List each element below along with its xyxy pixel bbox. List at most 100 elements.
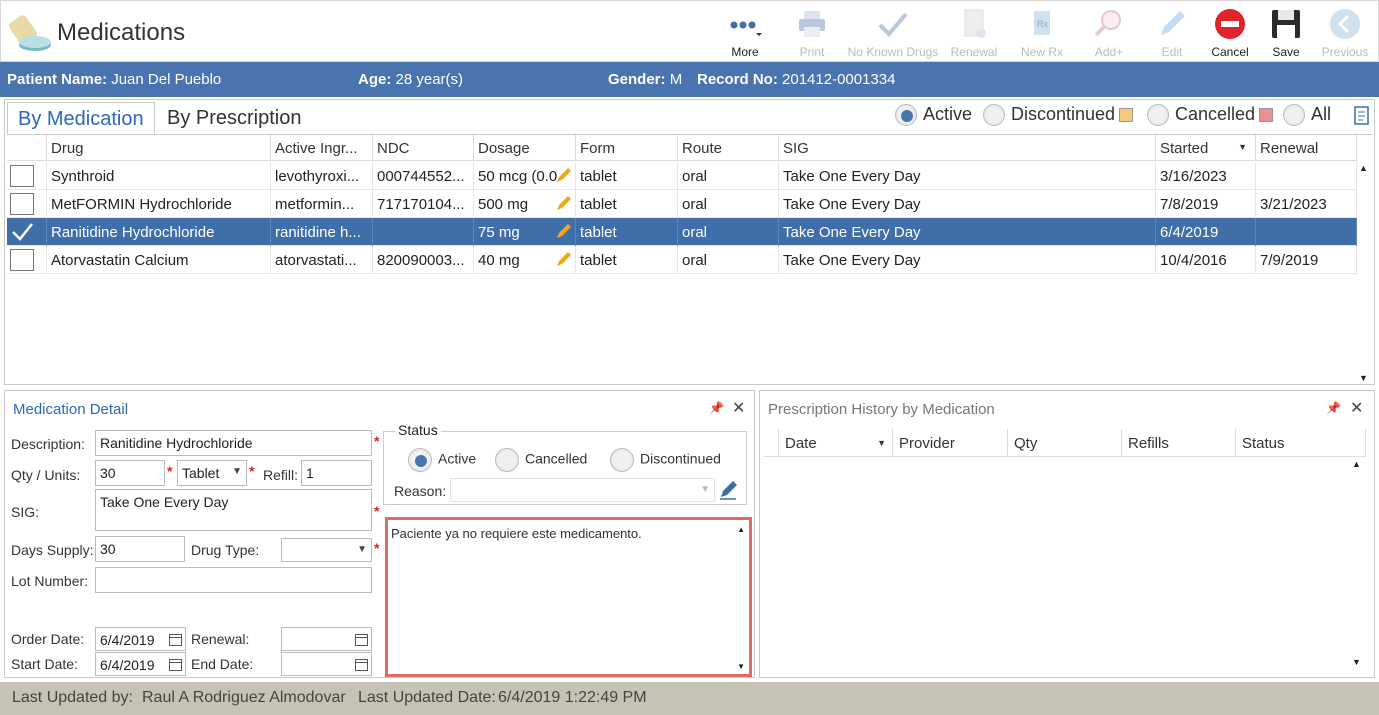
tab-by-prescription[interactable]: By Prescription <box>157 102 312 134</box>
no-known-drugs-button[interactable]: No Known Drugs <box>843 5 943 63</box>
tab-by-medication[interactable]: By Medication <box>7 102 155 134</box>
table-row[interactable]: Ranitidine Hydrochloride ranitidine h... 7… <box>7 218 1357 246</box>
filter-active-radio[interactable]: Active <box>895 104 972 130</box>
column-header-qty[interactable]: Qty <box>1008 429 1122 457</box>
checkbox[interactable] <box>10 193 34 215</box>
close-icon[interactable]: ✕ <box>1350 398 1363 418</box>
status-active-radio[interactable]: Active <box>408 448 476 472</box>
units-select[interactable]: Tablet ▼ <box>177 460 247 486</box>
renewal-label: Renewal: <box>191 631 250 647</box>
status-cancelled-radio[interactable]: Cancelled <box>495 448 587 472</box>
sig-field[interactable]: Take One Every Day <box>95 489 372 531</box>
checkbox[interactable] <box>10 165 34 187</box>
column-header-drug[interactable]: Drug <box>47 135 271 161</box>
radio-icon <box>1147 104 1169 127</box>
panel-title: Prescription History by Medication <box>768 401 995 418</box>
calendar-icon[interactable] <box>355 633 368 646</box>
more-button[interactable]: More <box>721 5 769 63</box>
column-header-route[interactable]: Route <box>678 135 779 161</box>
column-header-form[interactable]: Form <box>576 135 678 161</box>
column-header-started[interactable]: Started ▼ <box>1156 135 1256 161</box>
report-icon[interactable] <box>1353 106 1371 126</box>
start-date-field[interactable]: 6/4/2019 <box>95 652 186 676</box>
status-discontinued-radio[interactable]: Discontinued <box>610 448 721 472</box>
column-header-sig[interactable]: SIG <box>779 135 1156 161</box>
reason-select[interactable]: ▼ <box>450 478 715 502</box>
drug-type-label: Drug Type: <box>191 542 260 558</box>
qty-field[interactable]: 30 <box>95 460 165 486</box>
table-row[interactable]: Synthroid levothyroxi... 000744552... 50 mc… <box>7 162 1357 190</box>
svg-text:Rx: Rx <box>1037 19 1048 29</box>
pin-icon[interactable]: 📌 <box>1326 401 1341 415</box>
column-header-status[interactable]: Status <box>1236 429 1366 457</box>
qty-units-label: Qty / Units: <box>11 467 81 483</box>
ingredient-text: ranitidine h... <box>275 224 361 241</box>
scroll-down-icon[interactable]: ▼ <box>737 662 745 671</box>
lot-number-field[interactable] <box>95 567 372 593</box>
started-cell: 7/8/2019 <box>1156 190 1256 218</box>
column-header-provider[interactable]: Provider <box>893 429 1008 457</box>
filter-discontinued-radio[interactable]: Discontinued <box>983 104 1134 130</box>
column-header-refills[interactable]: Refills <box>1122 429 1236 457</box>
scroll-up-icon[interactable]: ▲ <box>1352 459 1361 469</box>
form-text: tablet <box>580 224 617 241</box>
table-row[interactable]: Atorvastatin Calcium atorvastati... 820090… <box>7 246 1357 274</box>
edit-dosage-icon[interactable] <box>555 194 573 212</box>
patient-gender: Gender: M <box>608 71 683 88</box>
filter-cancelled-radio[interactable]: Cancelled <box>1147 104 1274 130</box>
close-icon[interactable]: ✕ <box>732 398 745 418</box>
radio-icon <box>1283 104 1305 127</box>
dosage-text: 50 mcg (0.0 <box>478 168 558 185</box>
end-date-field[interactable] <box>281 652 372 676</box>
column-header-date[interactable]: Date ▼ <box>779 429 893 457</box>
scroll-up-icon[interactable]: ▲ <box>737 525 745 534</box>
radio-icon <box>495 448 519 472</box>
description-field[interactable]: Ranitidine Hydrochloride <box>95 430 372 456</box>
ndc-cell: 000744552... <box>373 162 474 190</box>
drug-cell: Atorvastatin Calcium <box>47 246 271 274</box>
scroll-down-icon[interactable]: ▼ <box>1359 373 1368 383</box>
previous-button[interactable]: Previous <box>1317 5 1373 63</box>
edit-dosage-icon[interactable] <box>555 222 573 240</box>
renewal-button[interactable]: Renewal <box>947 5 1001 63</box>
cancel-button[interactable]: Cancel <box>1207 5 1253 63</box>
sig-cell: Take One Every Day <box>779 218 1156 246</box>
edit-dosage-icon[interactable] <box>555 250 573 268</box>
print-button[interactable]: Print <box>789 5 835 63</box>
save-button[interactable]: Save <box>1263 5 1309 63</box>
pin-icon[interactable]: 📌 <box>709 401 724 415</box>
more-dots-icon <box>730 21 762 36</box>
dosage-cell: 40 mg <box>474 246 576 274</box>
order-date-field[interactable]: 6/4/2019 <box>95 627 186 651</box>
status-note-textarea[interactable]: Paciente ya no requiere este medicamento… <box>385 517 752 677</box>
end-date-label: End Date: <box>191 656 254 672</box>
scroll-up-icon[interactable]: ▲ <box>1359 163 1368 173</box>
new-rx-button[interactable]: Rx New Rx <box>1015 5 1069 63</box>
filter-all-radio[interactable]: All <box>1283 104 1331 130</box>
sig-cell: Take One Every Day <box>779 190 1156 218</box>
edit-button[interactable]: Edit <box>1149 5 1195 63</box>
column-header-renewal[interactable]: Renewal <box>1256 135 1357 161</box>
scroll-down-icon[interactable]: ▼ <box>1352 657 1361 667</box>
last-updated-by-value: Raul A Rodriguez Almodovar <box>142 689 346 706</box>
column-header-dosage[interactable]: Dosage <box>474 135 576 161</box>
column-header-ingredient[interactable]: Active Ingr... <box>271 135 373 161</box>
add-button[interactable]: Add+ <box>1085 5 1133 63</box>
refill-field[interactable]: 1 <box>301 460 372 486</box>
checkbox[interactable] <box>10 249 34 271</box>
edit-reason-icon[interactable] <box>718 478 738 500</box>
drug-type-select[interactable]: ▼ <box>281 538 372 562</box>
days-supply-field[interactable]: 30 <box>95 536 185 562</box>
drug-cell: Synthroid <box>47 162 271 190</box>
renewal-date-field[interactable] <box>281 627 372 651</box>
lot-number-label: Lot Number: <box>11 573 89 589</box>
calendar-icon[interactable] <box>169 658 182 671</box>
calendar-icon[interactable] <box>169 633 182 646</box>
table-row[interactable]: MetFORMIN Hydrochloride metformin... 71717… <box>7 190 1357 218</box>
edit-dosage-icon[interactable] <box>555 166 573 184</box>
column-header-ndc[interactable]: NDC <box>373 135 474 161</box>
calendar-icon[interactable] <box>355 658 368 671</box>
ingredient-text: metformin... <box>275 196 355 213</box>
checkbox-checked[interactable] <box>10 221 34 243</box>
grid-scrollbar[interactable]: ▲ ▼ <box>1357 163 1371 383</box>
